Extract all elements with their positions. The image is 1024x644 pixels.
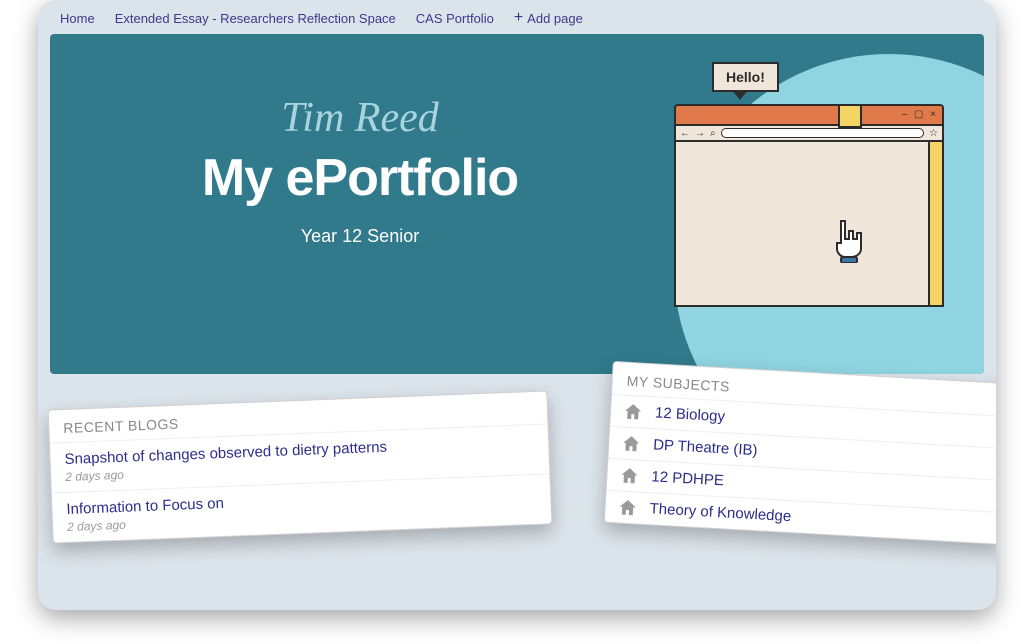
subject-name: 12 PDHPE — [651, 468, 724, 489]
illus-tab-strip: ‒ ▢ × — [674, 104, 944, 124]
illus-url-field — [721, 128, 924, 138]
subject-name: 12 Biology — [655, 404, 726, 425]
app-window: Home Extended Essay - Researchers Reflec… — [38, 0, 996, 610]
subject-name: Theory of Knowledge — [649, 500, 791, 525]
illus-browser-body — [674, 142, 944, 307]
hero-banner: Tim Reed My ePortfolio Year 12 Senior He… — [50, 34, 984, 374]
nav-cas-portfolio[interactable]: CAS Portfolio — [406, 7, 504, 30]
browser-illustration: Hello! ‒ ▢ × ← → ⌕ ☆ — [674, 104, 944, 307]
speech-bubble: Hello! — [712, 62, 779, 92]
plus-icon: + — [514, 10, 523, 26]
nav-extended-essay[interactable]: Extended Essay - Researchers Reflection … — [105, 7, 406, 30]
nav-add-page[interactable]: + Add page — [504, 6, 593, 30]
student-name: Tim Reed — [100, 94, 620, 142]
search-icon: ⌕ — [710, 128, 716, 139]
star-icon: ☆ — [929, 128, 938, 139]
portfolio-title: My ePortfolio — [100, 148, 620, 208]
house-icon — [623, 436, 640, 452]
recent-blogs-card: RECENT BLOGS Snapshot of changes observe… — [48, 390, 553, 543]
year-level: Year 12 Senior — [100, 226, 620, 247]
nav-home[interactable]: Home — [50, 7, 105, 30]
illus-scrollbar — [928, 142, 942, 305]
top-nav: Home Extended Essay - Researchers Reflec… — [38, 0, 996, 34]
window-controls-icon: ‒ ▢ × — [902, 109, 938, 120]
hand-pointer-icon — [831, 217, 869, 263]
nav-add-label: Add page — [527, 11, 583, 26]
back-arrow-icon: ← — [680, 128, 690, 139]
my-subjects-card: MY SUBJECTS 12 Biology DP Theatre (IB) 1… — [604, 361, 996, 545]
house-icon — [625, 404, 642, 420]
hero-text-block: Tim Reed My ePortfolio Year 12 Senior — [100, 94, 620, 247]
house-icon — [619, 500, 636, 516]
subject-name: DP Theatre (IB) — [653, 436, 758, 459]
house-icon — [621, 468, 638, 484]
forward-arrow-icon: → — [695, 128, 705, 139]
illus-address-bar: ← → ⌕ ☆ — [674, 124, 944, 142]
